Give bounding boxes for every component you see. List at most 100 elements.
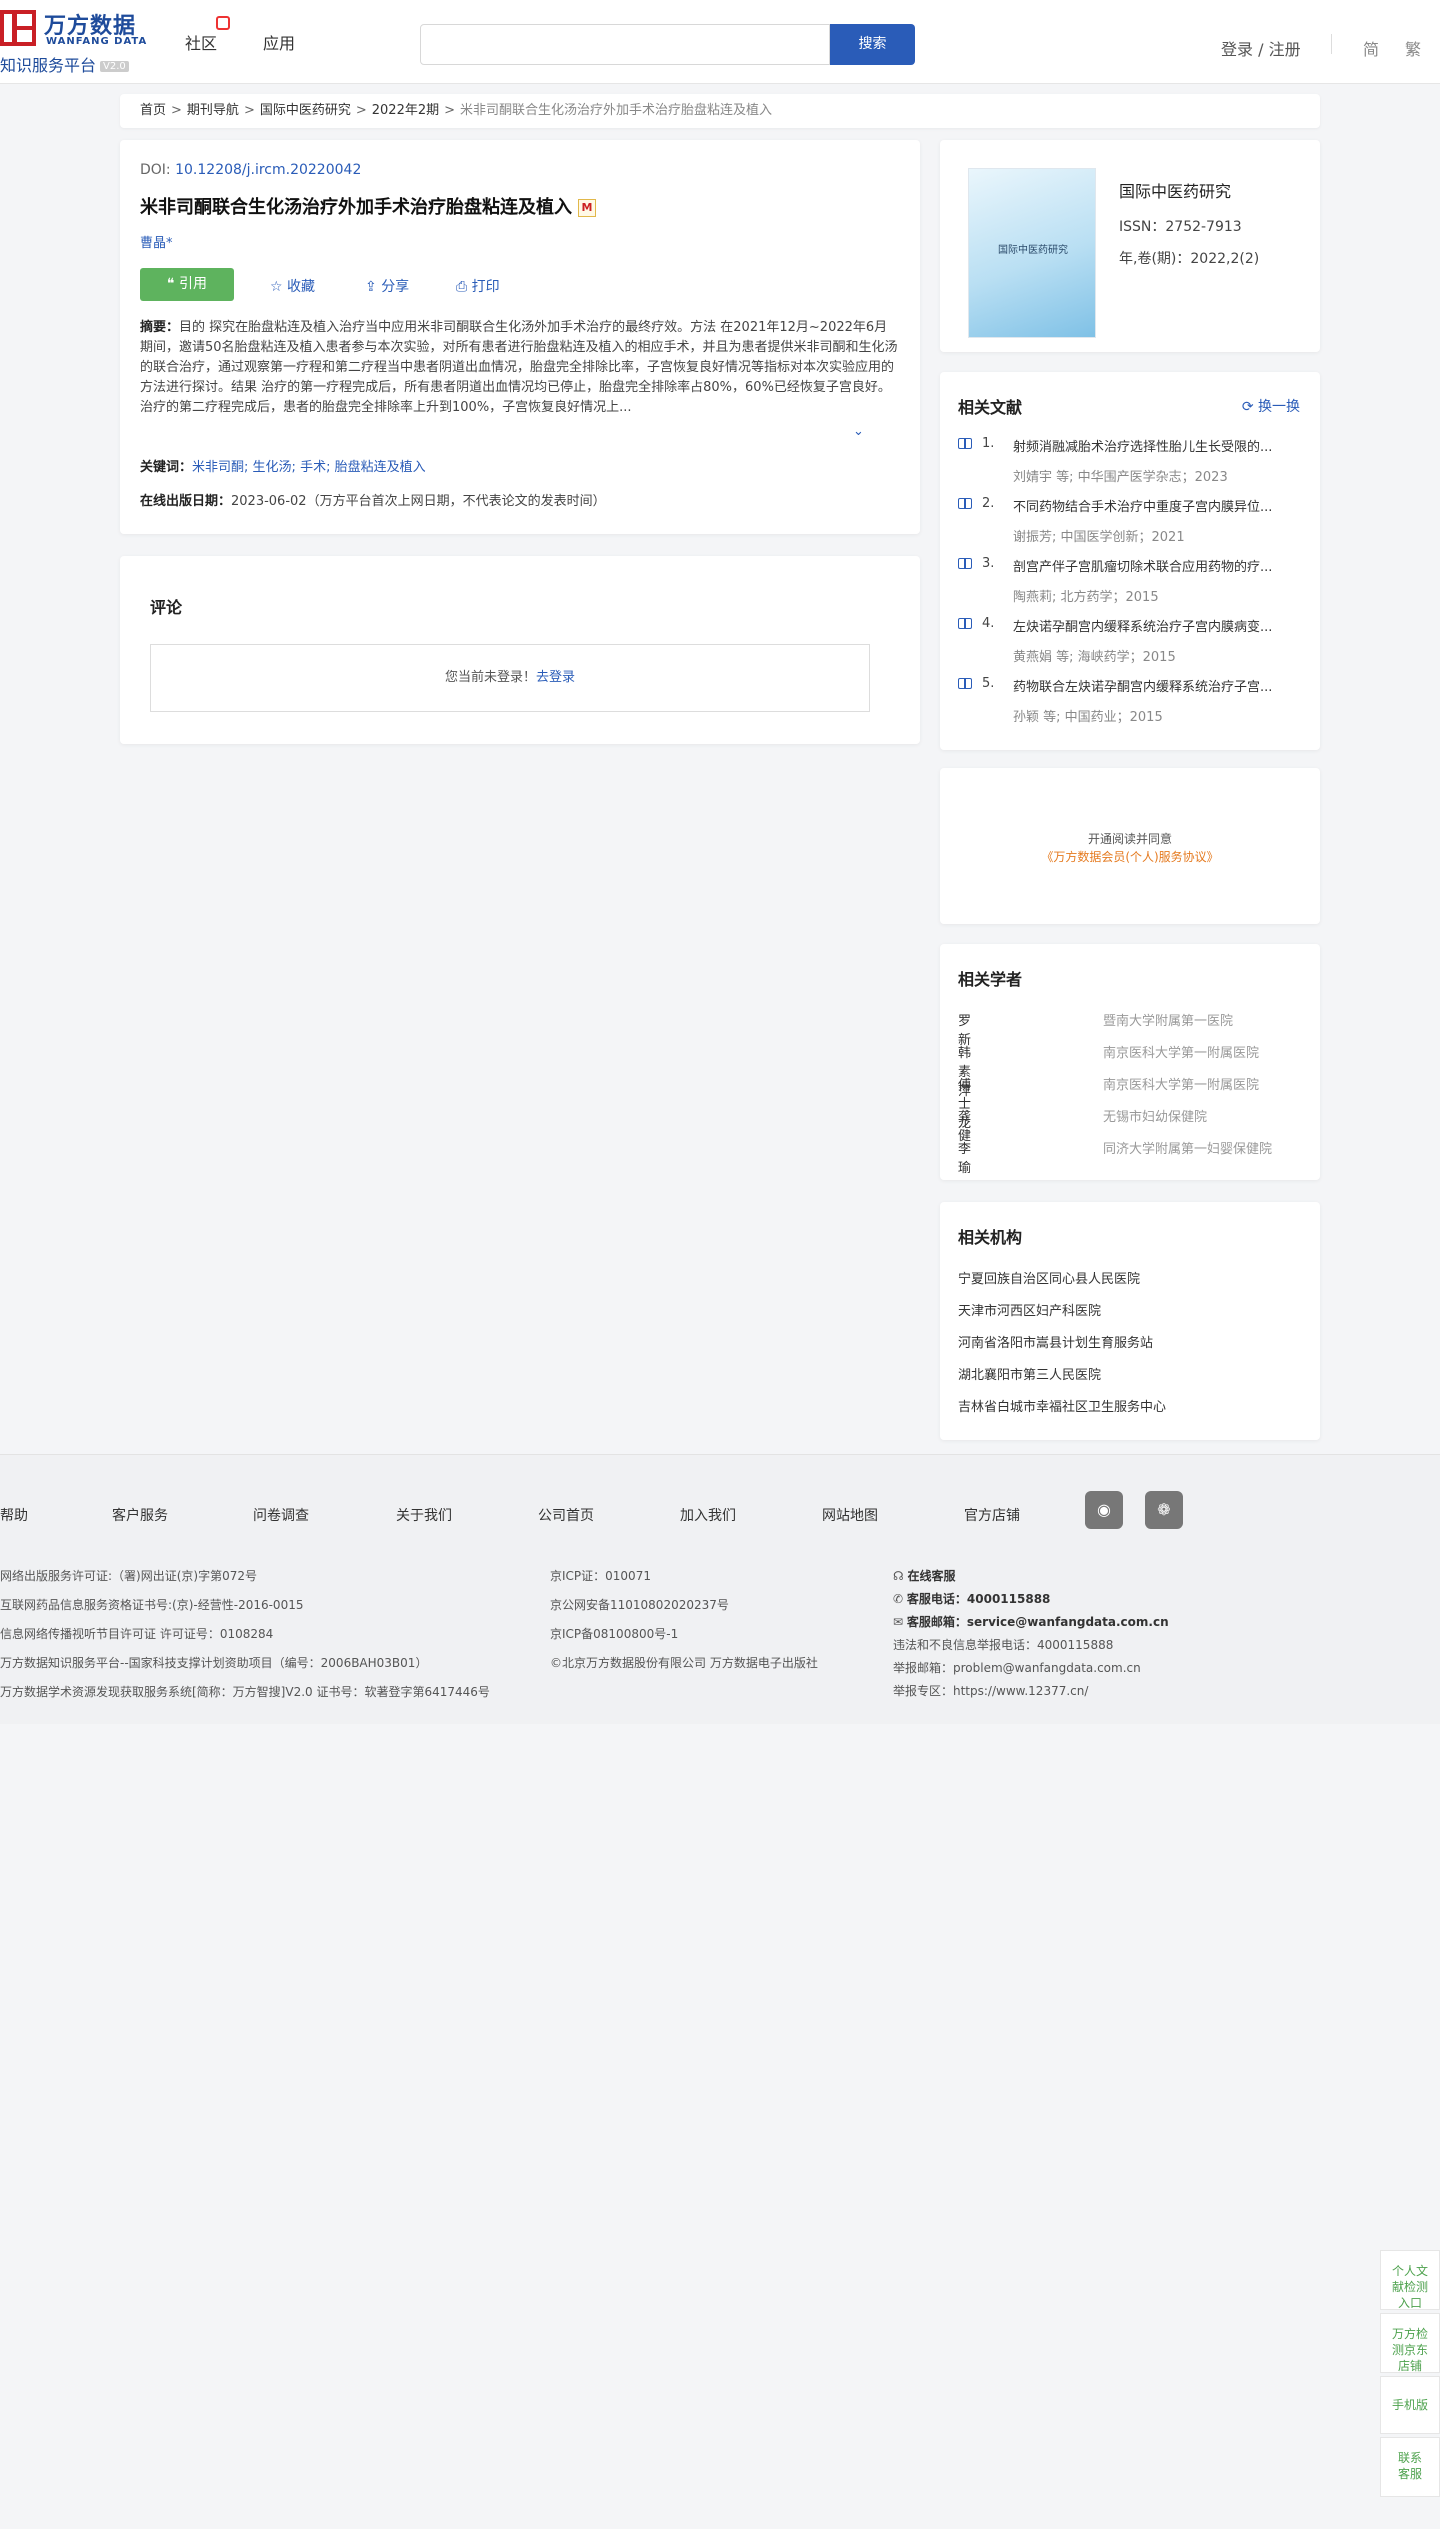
email-value[interactable]: service@wanfangdata.com.cn <box>967 1615 1169 1629</box>
related-doc-meta: 谢振芳; 中国医学创新；2021 <box>1013 530 1185 545</box>
institution-item[interactable]: 吉林省白城市幸福社区卫生服务中心 <box>958 1396 1166 1415</box>
abstract-label: 摘要： <box>140 320 180 335</box>
footer-link-about[interactable]: 关于我们 <box>396 1505 452 1525</box>
agreement-card: 开通阅读并同意 《万方数据会员(个人)服务协议》 <box>940 768 1320 924</box>
footer: 帮助 客户服务 问卷调查 关于我们 公司首页 加入我们 网站地图 官方店铺 ◉ … <box>0 1454 1440 1724</box>
journal-card: 国际中医药研究 国际中医药研究 ISSN：2752-7913 年,卷(期)：20… <box>940 140 1320 352</box>
doi-link[interactable]: 10.12208/j.ircm.20220042 <box>175 162 361 178</box>
footer-report-phone: 违法和不良信息举报电话：4000115888 <box>893 1638 1114 1652</box>
login-register-link[interactable]: 登录 / 注册 <box>1221 36 1301 60</box>
logo-en: WANFANG DATA <box>46 36 148 47</box>
related-doc-title[interactable]: 剖宫产伴子宫肌瘤切除术联合应用药物的疗... <box>1013 556 1298 575</box>
top-header: 万方数据 WANFANG DATA 知识服务平台 V2.0 社区 应用 搜索 登录… <box>0 0 1440 84</box>
search-input[interactable] <box>420 24 830 65</box>
float-mobile[interactable]: 手机版 <box>1380 2376 1440 2434</box>
book-icon <box>958 678 972 689</box>
footer-link-help[interactable]: 帮助 <box>0 1505 28 1525</box>
m-icon[interactable]: M <box>578 199 596 217</box>
wanfang-logo[interactable]: 万方数据 WANFANG DATA 知识服务平台 V2.0 <box>0 6 160 75</box>
footer-license: 信息网络传播视听节目许可证 许可证号：0108284 <box>0 1627 274 1641</box>
share-label: 分享 <box>381 279 410 295</box>
scholar-org: 南京医科大学第一附属医院 <box>1103 1046 1260 1061</box>
related-doc-title[interactable]: 左炔诺孕酮宫内缓释系统治疗子宫内膜病变... <box>1013 616 1298 635</box>
abstract-text: 目的 探究在胎盘粘连及植入治疗当中应用米非司酮联合生化汤外加手术治疗的最终疗效。… <box>140 320 898 415</box>
share-button[interactable]: ⇪ 分享 <box>365 276 409 296</box>
article-card: DOI: 10.12208/j.ircm.20220042 米非司酮联合生化汤治… <box>120 140 920 534</box>
footer-report-site[interactable]: 举报专区：https://www.12377.cn/ <box>893 1682 1088 1699</box>
institution-item[interactable]: 宁夏回族自治区同心县人民医院 <box>958 1268 1140 1287</box>
footer-link-store[interactable]: 官方店铺 <box>964 1505 1020 1525</box>
footer-icp: 京公网安备11010802020237号 <box>550 1598 729 1612</box>
journal-name[interactable]: 国际中医药研究 <box>1119 178 1231 202</box>
breadcrumb-sep: > <box>171 103 182 118</box>
phone-icon: ✆ <box>893 1592 907 1606</box>
comment-login-link[interactable]: 去登录 <box>536 670 575 685</box>
swap-button[interactable]: ⟳ 换一换 <box>1242 396 1300 416</box>
institution-item[interactable]: 天津市河西区妇产科医院 <box>958 1300 1101 1319</box>
float-contact[interactable]: 联系客服 <box>1380 2437 1440 2497</box>
float-personal-check[interactable]: 个人文献检测入口 <box>1380 2250 1440 2310</box>
comment-notice: 您当前未登录！ <box>444 670 536 685</box>
keyword-link[interactable]: 手术; <box>300 460 330 475</box>
related-doc-title[interactable]: 不同药物结合手术治疗中重度子宫内膜异位... <box>1013 496 1298 515</box>
header-divider <box>1331 34 1332 54</box>
footer-online-service[interactable]: ☊ 在线客服 <box>893 1567 956 1584</box>
scholar-name[interactable]: 李瑜 <box>958 1138 971 1176</box>
comment-card: 评论 您当前未登录！去登录 <box>120 556 920 744</box>
breadcrumb-sep: > <box>444 103 456 118</box>
journal-cover[interactable]: 国际中医药研究 <box>968 168 1096 338</box>
email-label: 客服邮箱： <box>906 1615 967 1629</box>
footer-license: 互联网药品信息服务资格证书号:(京)-经营性-2016-0015 <box>0 1598 304 1612</box>
related-doc-meta: 孙颖 等; 中国药业；2015 <box>1013 710 1163 725</box>
logo-subtitle: 知识服务平台 V2.0 <box>0 52 129 76</box>
favorite-button[interactable]: ☆ 收藏 <box>270 276 315 296</box>
print-icon: ⎙ <box>456 279 472 295</box>
breadcrumb-journal[interactable]: 国际中医药研究 <box>260 103 351 118</box>
breadcrumb-home[interactable]: 首页 <box>140 103 166 118</box>
community-badge-icon <box>216 16 230 30</box>
search-button[interactable]: 搜索 <box>830 24 915 65</box>
book-icon <box>958 438 972 449</box>
related-doc-meta: 黄燕娟 等; 海峡药学；2015 <box>1013 650 1176 665</box>
wechat-icon[interactable]: ❁ <box>1145 1491 1183 1529</box>
related-docs-title: 相关文献 <box>958 398 1023 417</box>
float-jd-store[interactable]: 万方检测京东店铺 <box>1380 2313 1440 2373</box>
logo-mark-icon <box>0 10 36 46</box>
nav-community[interactable]: 社区 <box>185 30 217 54</box>
footer-icp: 京ICP证：010071 <box>550 1569 651 1583</box>
lang-traditional[interactable]: 繁 <box>1405 36 1421 60</box>
nav-apps[interactable]: 应用 <box>263 30 295 54</box>
related-doc-title[interactable]: 药物联合左炔诺孕酮宫内缓释系统治疗子宫... <box>1013 676 1298 695</box>
institutions-title: 相关机构 <box>958 1228 1023 1247</box>
author-link[interactable]: 曹晶* <box>140 232 173 251</box>
breadcrumb-issue[interactable]: 2022年2期 <box>372 103 439 118</box>
footer-link-survey[interactable]: 问卷调查 <box>253 1505 309 1525</box>
footer-link-join[interactable]: 加入我们 <box>680 1505 736 1525</box>
keyword-link[interactable]: 米非司酮; <box>192 460 248 475</box>
doi: DOI: 10.12208/j.ircm.20220042 <box>140 162 361 178</box>
institution-item[interactable]: 河南省洛阳市嵩县计划生育服务站 <box>958 1332 1153 1351</box>
related-doc-num: 5. <box>982 676 995 691</box>
keywords: 关键词：米非司酮; 生化汤; 手术; 胎盘粘连及植入 <box>140 456 426 475</box>
footer-link-service[interactable]: 客户服务 <box>112 1505 168 1525</box>
keyword-link[interactable]: 生化汤; <box>253 460 296 475</box>
expand-abstract-icon[interactable]: ⌄ <box>853 424 864 439</box>
article-title-text: 米非司酮联合生化汤治疗外加手术治疗胎盘粘连及植入 <box>140 197 572 218</box>
online-note: （万方平台首次上网日期，不代表论文的发表时间） <box>306 494 606 509</box>
footer-link-home[interactable]: 公司首页 <box>538 1505 594 1525</box>
agreement-link[interactable]: 《万方数据会员(个人)服务协议》 <box>940 848 1320 865</box>
weibo-icon[interactable]: ◉ <box>1085 1491 1123 1529</box>
related-doc-title[interactable]: 射频消融减胎术治疗选择性胎儿生长受限的... <box>1013 436 1298 455</box>
related-doc-num: 1. <box>982 436 995 451</box>
journal-volume: 年,卷(期)：2022,2(2) <box>1119 251 1260 267</box>
breadcrumb-journals[interactable]: 期刊导航 <box>187 103 239 118</box>
cite-button[interactable]: ❝ 引用 <box>140 268 234 301</box>
footer-icp: 京ICP备08100800号-1 <box>550 1627 679 1641</box>
institution-item[interactable]: 湖北襄阳市第三人民医院 <box>958 1364 1101 1383</box>
journal-cover-text: 国际中医药研究 <box>998 245 1068 256</box>
footer-link-sitemap[interactable]: 网站地图 <box>822 1505 878 1525</box>
lang-simplified[interactable]: 简 <box>1363 36 1379 60</box>
keyword-link[interactable]: 胎盘粘连及植入 <box>335 460 426 475</box>
breadcrumb: 首页 > 期刊导航 > 国际中医药研究 >2022年2期 > 米非司酮联合生化汤治疗外加手术治… <box>120 94 1320 128</box>
print-button[interactable]: ⎙ 打印 <box>456 276 500 296</box>
